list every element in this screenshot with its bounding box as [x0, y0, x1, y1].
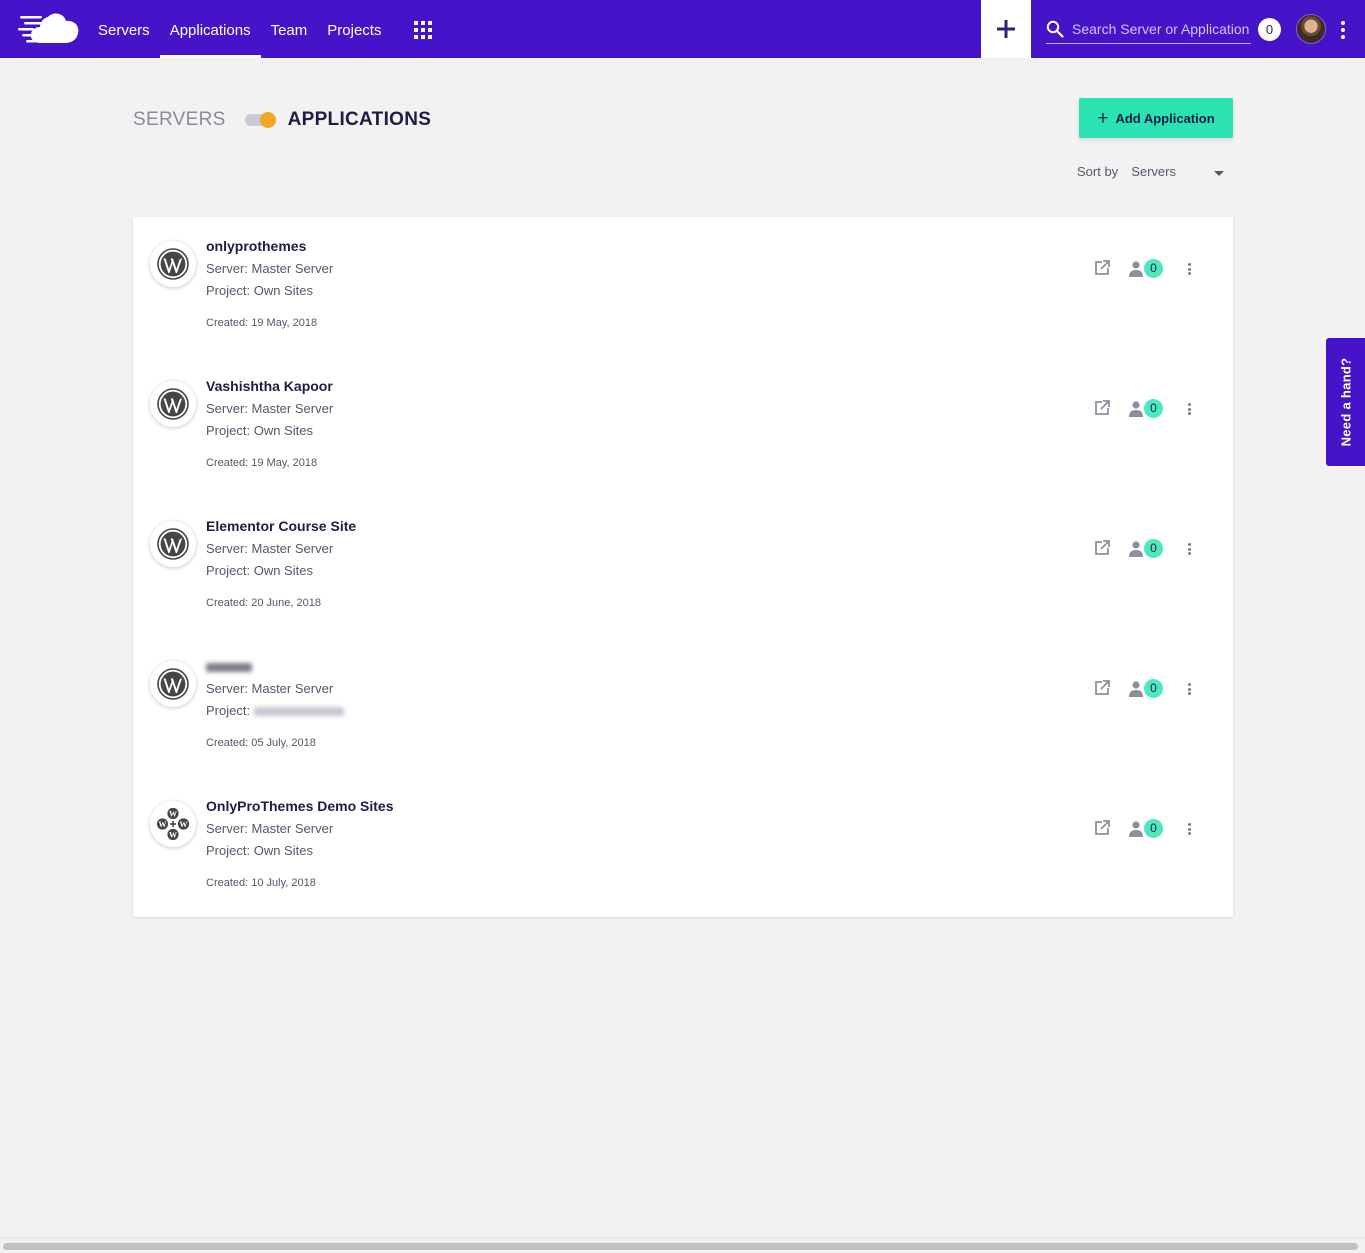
application-list: onlyprothemes Server: Master Server Proj… [133, 217, 1233, 917]
wordpress-icon[interactable] [150, 521, 196, 567]
wordpress-icon[interactable] [150, 241, 196, 287]
avatar[interactable] [1296, 14, 1326, 44]
external-link-icon[interactable] [1093, 259, 1111, 277]
app-project: Project: Own Sites [206, 423, 313, 438]
user-icon [1129, 541, 1143, 557]
app-created-date: Created: 10 July, 2018 [206, 877, 316, 889]
app-project-prefix: Project: [206, 703, 251, 718]
collaborator-count-badge[interactable]: 0 [1144, 399, 1163, 418]
collaborator-count-badge[interactable]: 0 [1144, 539, 1163, 558]
need-help-label: Need a hand? [1338, 357, 1353, 447]
search-box [1046, 16, 1252, 44]
app-name-link[interactable]: onlyprothemes [206, 238, 306, 254]
main-nav: Servers Applications Team Projects [88, 0, 391, 58]
kebab-menu-icon[interactable] [1184, 401, 1194, 417]
app-server: Server: Master Server [206, 541, 334, 556]
app-project: Project: [206, 703, 344, 718]
chevron-down-icon [1214, 170, 1225, 176]
app-server: Server: Master Server [206, 681, 334, 696]
collaborator-count-badge[interactable]: 0 [1144, 819, 1163, 838]
app-project-prefix: Project: [206, 423, 251, 438]
kebab-menu-icon[interactable] [1184, 681, 1194, 697]
kebab-menu-icon[interactable] [1184, 261, 1194, 277]
add-new-button[interactable] [981, 0, 1031, 58]
user-icon [1129, 681, 1143, 697]
app-project-name: Own Sites [253, 423, 313, 438]
nav-link-projects[interactable]: Projects [317, 0, 391, 58]
user-icon [1129, 261, 1143, 277]
list-item: Server: Master Server Project: Created: … [133, 637, 1233, 777]
app-server: Server: Master Server [206, 261, 334, 276]
plus-icon: + [1097, 107, 1109, 129]
app-project-name: Own Sites [253, 563, 313, 578]
notification-count-badge[interactable]: 0 [1258, 18, 1281, 41]
kebab-menu-icon[interactable] [1336, 18, 1350, 42]
app-project-prefix: Project: [206, 843, 251, 858]
app-project: Project: Own Sites [206, 283, 313, 298]
toggle-servers-label[interactable]: SERVERS [133, 109, 226, 131]
app-server: Server: Master Server [206, 401, 334, 416]
app-name-link[interactable]: Elementor Course Site [206, 518, 356, 534]
list-item: onlyprothemes Server: Master Server Proj… [133, 217, 1233, 357]
app-created-date: Created: 20 June, 2018 [206, 597, 321, 609]
sort-label: Sort by [1077, 163, 1119, 179]
collaborator-count-badge[interactable]: 0 [1144, 259, 1163, 278]
svg-text:W: W [159, 820, 167, 829]
apps-grid-icon[interactable] [414, 21, 432, 39]
sort-value: Servers [1131, 163, 1176, 179]
svg-text:W: W [180, 820, 188, 829]
nav-link-team[interactable]: Team [261, 0, 318, 58]
wordpress-icon[interactable] [150, 661, 196, 707]
app-project-name: Own Sites [253, 283, 313, 298]
app-server: Server: Master Server [206, 821, 334, 836]
external-link-icon[interactable] [1093, 679, 1111, 697]
horizontal-scrollbar[interactable] [0, 1237, 1365, 1253]
app-project-name: Own Sites [253, 843, 313, 858]
app-created-date: Created: 19 May, 2018 [206, 317, 318, 329]
wordpress-multisite-icon[interactable]: W W W W [150, 801, 196, 847]
toggle-applications-label[interactable]: APPLICATIONS [288, 109, 432, 131]
top-navbar: Servers Applications Team Projects 0 [0, 0, 1365, 58]
user-icon [1129, 821, 1143, 837]
external-link-icon[interactable] [1093, 539, 1111, 557]
search-icon [1046, 20, 1064, 38]
list-item: Elementor Course Site Server: Master Ser… [133, 497, 1233, 637]
kebab-menu-icon[interactable] [1184, 821, 1194, 837]
external-link-icon[interactable] [1093, 819, 1111, 837]
add-application-button[interactable]: + Add Application [1079, 98, 1233, 138]
list-item: Vashishtha Kapoor Server: Master Server … [133, 357, 1233, 497]
app-name-link[interactable]: Vashishtha Kapoor [206, 378, 333, 394]
app-project: Project: Own Sites [206, 843, 313, 858]
redacted-app-name [206, 662, 252, 672]
search-input[interactable] [1072, 18, 1252, 40]
app-created-date: Created: 05 July, 2018 [206, 737, 316, 749]
external-link-icon[interactable] [1093, 399, 1111, 417]
collaborator-count-badge[interactable]: 0 [1144, 679, 1163, 698]
list-item: W W W W OnlyProThemes Demo Sites Server:… [133, 777, 1233, 917]
kebab-menu-icon[interactable] [1184, 541, 1194, 557]
add-application-label: Add Application [1115, 110, 1215, 126]
app-project-prefix: Project: [206, 563, 251, 578]
redacted-project-name [253, 707, 344, 717]
app-project-prefix: Project: [206, 283, 251, 298]
sort-select[interactable]: Servers [1131, 164, 1227, 179]
cloud-logo-icon[interactable] [18, 12, 80, 46]
need-help-tab[interactable]: Need a hand? [1326, 338, 1365, 466]
app-name-link[interactable]: OnlyProThemes Demo Sites [206, 798, 394, 814]
nav-link-applications[interactable]: Applications [159, 0, 261, 58]
view-toggle-switch[interactable] [244, 112, 276, 128]
user-icon [1129, 401, 1143, 417]
app-name-link[interactable] [206, 658, 252, 674]
plus-icon [997, 20, 1015, 38]
svg-text:W: W [169, 809, 177, 818]
view-toggle: SERVERS APPLICATIONS [133, 108, 431, 132]
toggle-knob [259, 112, 276, 128]
app-project: Project: Own Sites [206, 563, 313, 578]
svg-text:W: W [169, 830, 177, 839]
nav-link-servers[interactable]: Servers [88, 0, 160, 58]
scrollbar-thumb[interactable] [3, 1243, 1358, 1250]
sort-control: Sort by Servers [1077, 162, 1227, 180]
app-created-date: Created: 19 May, 2018 [206, 457, 318, 469]
wordpress-icon[interactable] [150, 381, 196, 427]
